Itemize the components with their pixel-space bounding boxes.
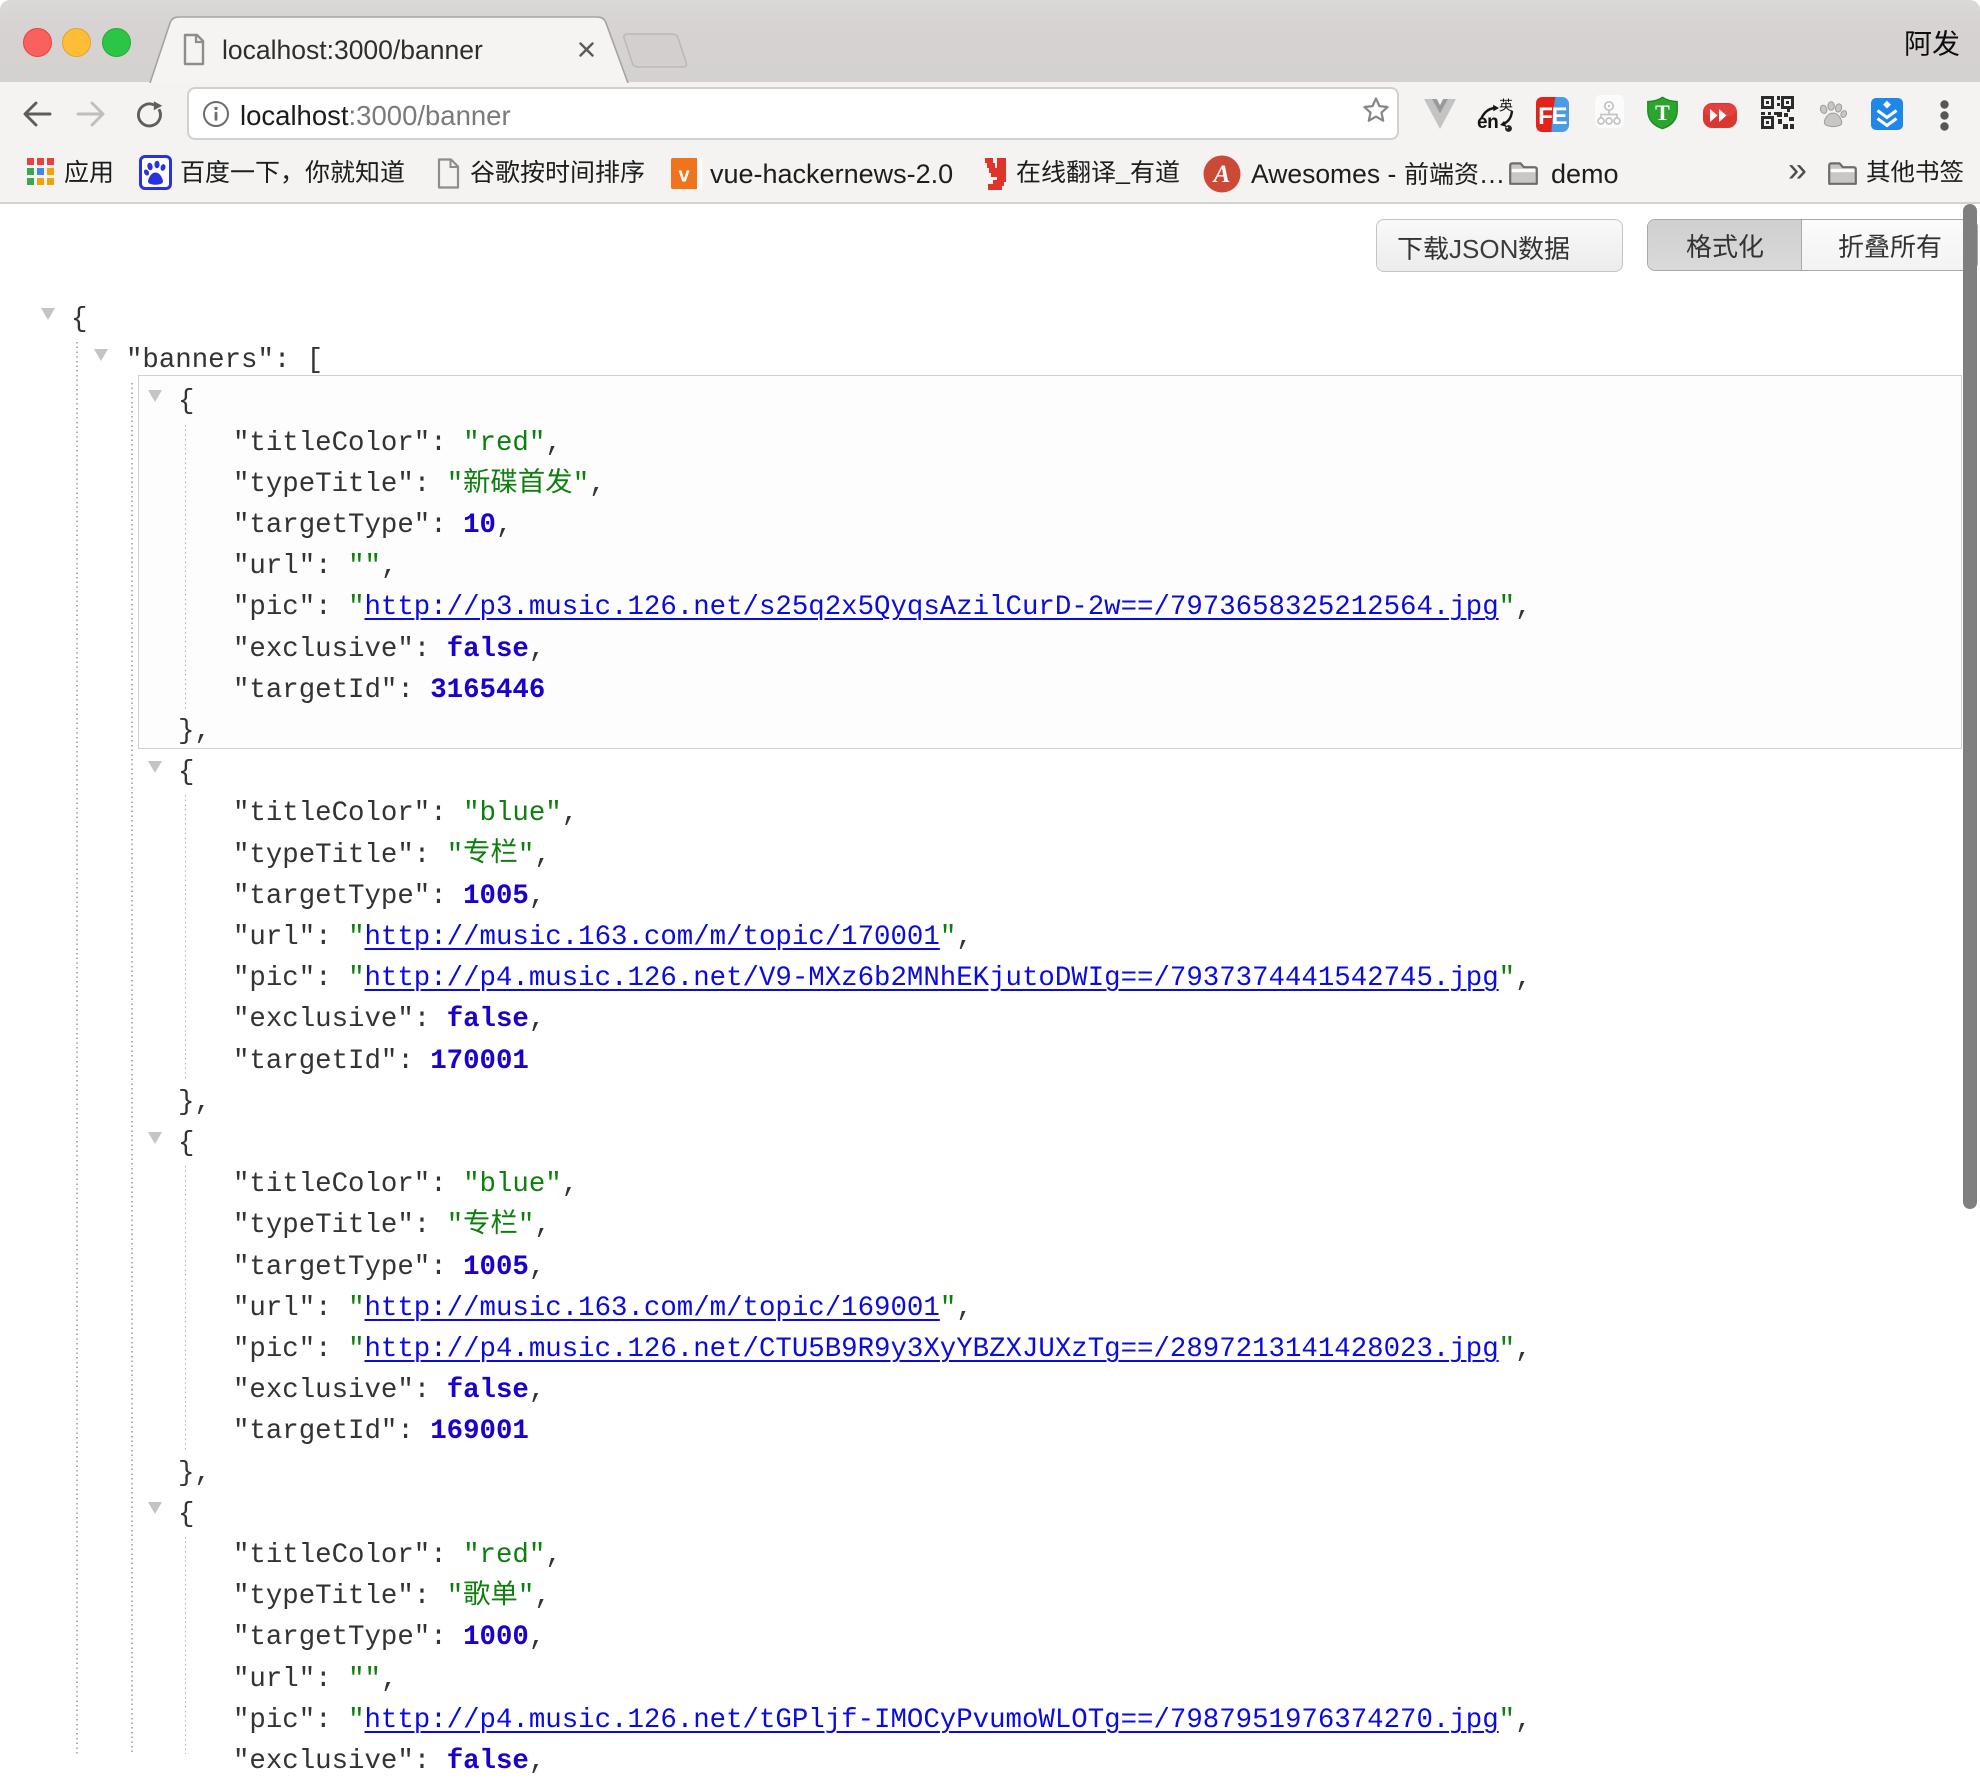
svg-text:v: v: [678, 165, 690, 187]
svg-text:E: E: [1551, 103, 1567, 130]
svg-text:T: T: [1655, 100, 1670, 125]
svg-text:A: A: [1212, 161, 1231, 188]
